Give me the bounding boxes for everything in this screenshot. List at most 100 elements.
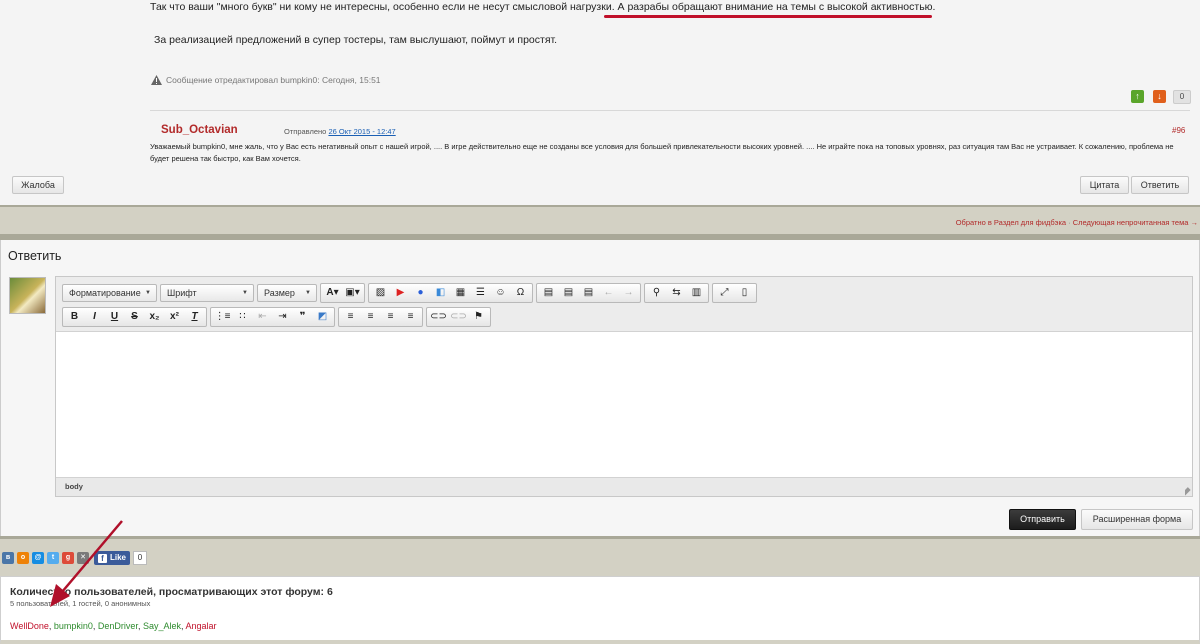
replace-icon[interactable]: ⇆ [667, 285, 686, 301]
share-icon[interactable]: ✕ [77, 552, 89, 564]
editor-statusbar: body [56, 477, 1192, 496]
font-dropdown[interactable]: Шрифт ▼ [160, 284, 254, 302]
forum-viewers: Количество пользователей, просматривающи… [0, 576, 1200, 644]
element-path: body [65, 482, 83, 491]
google-icon[interactable]: g [62, 552, 74, 564]
superscript-icon[interactable]: x² [165, 309, 184, 325]
link-group: ⊂⊃ ⊂⊃ ⚑ [426, 307, 491, 327]
edited-note: Сообщение отредактировал bumpkin0: Сегод… [151, 75, 381, 85]
undo-icon[interactable]: ← [599, 285, 618, 301]
facebook-icon: f [98, 553, 107, 563]
align-left-icon[interactable]: ≡ [341, 309, 360, 325]
bg-color-icon[interactable]: ▣▾ [343, 285, 362, 301]
paste-word-icon[interactable]: ▤ [579, 285, 598, 301]
resize-handle-icon[interactable] [1179, 484, 1191, 496]
view-group: ⤢ ▯ [712, 283, 757, 303]
find-group: ⚲ ⇆ ▥ [644, 283, 709, 303]
align-right-icon[interactable]: ≡ [381, 309, 400, 325]
align-center-icon[interactable]: ≡ [361, 309, 380, 325]
search-icon[interactable]: ⚲ [647, 285, 666, 301]
edited-note-text: Сообщение отредактировал bumpkin0: Сегод… [166, 75, 381, 85]
user-link[interactable]: Say_Alek [143, 621, 181, 631]
reply-title: Ответить [8, 249, 62, 263]
font-label: Шрифт [167, 288, 197, 298]
chevron-down-icon: ▼ [242, 290, 248, 296]
color-group: A▾ ▣▾ [320, 283, 365, 303]
source-icon[interactable]: ▯ [735, 285, 754, 301]
odnoklassniki-icon[interactable]: о [17, 552, 29, 564]
toolbar-row-2: B I U S x₂ x² T ⋮≡ ∷ ⇤ ⇥ ❞ ◩ ≡ ≡ ≡ ≡ ⊂⊃ … [62, 307, 491, 327]
back-to-section-link[interactable]: Обратно в Раздел для фидбэка [956, 218, 1066, 227]
indent-icon[interactable]: ⇥ [273, 309, 292, 325]
post-line-2: За реализацией предложений в супер тосте… [154, 34, 558, 46]
quote-button[interactable]: Цитата [1080, 176, 1129, 194]
user-link[interactable]: bumpkin0 [54, 621, 93, 631]
size-dropdown[interactable]: Размер ▼ [257, 284, 317, 302]
chevron-down-icon: ▼ [305, 290, 311, 296]
reply-button[interactable]: Ответить [1131, 176, 1189, 194]
chevron-down-icon: ▼ [145, 290, 151, 296]
clipboard-group: ▤ ▤ ▤ ← → [536, 283, 641, 303]
vote-down-button[interactable]: ↓ [1153, 90, 1166, 103]
maximize-icon[interactable]: ⤢ [715, 285, 734, 301]
post-number-link[interactable]: #96 [1172, 126, 1185, 135]
remove-format-icon[interactable]: ▥ [687, 285, 706, 301]
align-justify-icon[interactable]: ≡ [401, 309, 420, 325]
sent-label: Отправлено [284, 127, 329, 136]
reply-author[interactable]: Sub_Octavian [161, 124, 238, 136]
vote-up-button[interactable]: ↑ [1131, 90, 1144, 103]
text-color-icon[interactable]: A▾ [323, 285, 342, 301]
editor-textarea[interactable] [56, 332, 1192, 479]
italic-icon[interactable]: I [85, 309, 104, 325]
horizontal-line-icon[interactable]: ☰ [471, 285, 490, 301]
viewers-title: Количество пользователей, просматривающи… [10, 586, 333, 598]
media-icon[interactable]: ◧ [431, 285, 450, 301]
link-icon[interactable]: ⊂⊃ [429, 309, 448, 325]
image-icon[interactable]: ▨ [371, 285, 390, 301]
code-icon[interactable]: ◩ [313, 309, 332, 325]
user-link[interactable]: DenDriver [98, 621, 138, 631]
bold-icon[interactable]: B [65, 309, 84, 325]
user-link[interactable]: WellDone [10, 621, 49, 631]
post-line-1-text: Так что ваши "много букв" ни кому не инт… [150, 1, 618, 13]
emoticon-c-icon[interactable]: ● [411, 285, 430, 301]
special-char-icon[interactable]: Ω [511, 285, 530, 301]
underline-icon[interactable]: U [105, 309, 124, 325]
post-line-1: Так что ваши "много букв" ни кому не инт… [150, 1, 935, 13]
numbered-list-icon[interactable]: ⋮≡ [213, 309, 232, 325]
smiley-icon[interactable]: ☺ [491, 285, 510, 301]
social-band [0, 536, 1200, 576]
advanced-form-button[interactable]: Расширенная форма [1081, 509, 1193, 530]
strike-icon[interactable]: S [125, 309, 144, 325]
complain-button[interactable]: Жалоба [12, 176, 64, 194]
unlink-icon[interactable]: ⊂⊃ [449, 309, 468, 325]
table-icon[interactable]: ▦ [451, 285, 470, 301]
bullet-list-icon[interactable]: ∷ [233, 309, 252, 325]
twitter-icon[interactable]: t [47, 552, 59, 564]
send-button[interactable]: Отправить [1009, 509, 1076, 530]
flag-icon[interactable]: ⚑ [469, 309, 488, 325]
user-link[interactable]: Angalar [186, 621, 217, 631]
formatting-label: Форматирование [69, 288, 141, 298]
formatting-dropdown[interactable]: Форматирование ▼ [62, 284, 157, 302]
outdent-icon[interactable]: ⇤ [253, 309, 272, 325]
reply-sent-info: Отправлено 26 Окт 2015 - 12:47 [284, 127, 396, 136]
next-unread-link[interactable]: Следующая непрочитанная тема → [1073, 218, 1198, 227]
paste-text-icon[interactable]: ▤ [559, 285, 578, 301]
redo-icon[interactable]: → [619, 285, 638, 301]
post-content: Так что ваши "много букв" ни кому не инт… [0, 0, 1200, 205]
subscript-icon[interactable]: x₂ [145, 309, 164, 325]
vk-icon[interactable]: в [2, 552, 14, 564]
thread-nav: Обратно в Раздел для фидбэка · Следующая… [956, 218, 1198, 227]
clear-format-icon[interactable]: T [185, 309, 204, 325]
blockquote-icon[interactable]: ❞ [293, 309, 312, 325]
insert-group: ▨ ▶ ● ◧ ▦ ☰ ☺ Ω [368, 283, 533, 303]
youtube-icon[interactable]: ▶ [391, 285, 410, 301]
facebook-like-button[interactable]: f Like [94, 551, 131, 565]
paste-icon[interactable]: ▤ [539, 285, 558, 301]
mail-icon[interactable]: @ [32, 552, 44, 564]
align-group: ≡ ≡ ≡ ≡ [338, 307, 423, 327]
rich-text-editor: Форматирование ▼ Шрифт ▼ Размер ▼ A▾ ▣▾ ▨ ▶… [55, 276, 1193, 497]
editor-toolbar: Форматирование ▼ Шрифт ▼ Размер ▼ A▾ ▣▾ ▨ ▶… [56, 277, 1192, 332]
sent-date-link[interactable]: 26 Окт 2015 - 12:47 [328, 127, 395, 136]
